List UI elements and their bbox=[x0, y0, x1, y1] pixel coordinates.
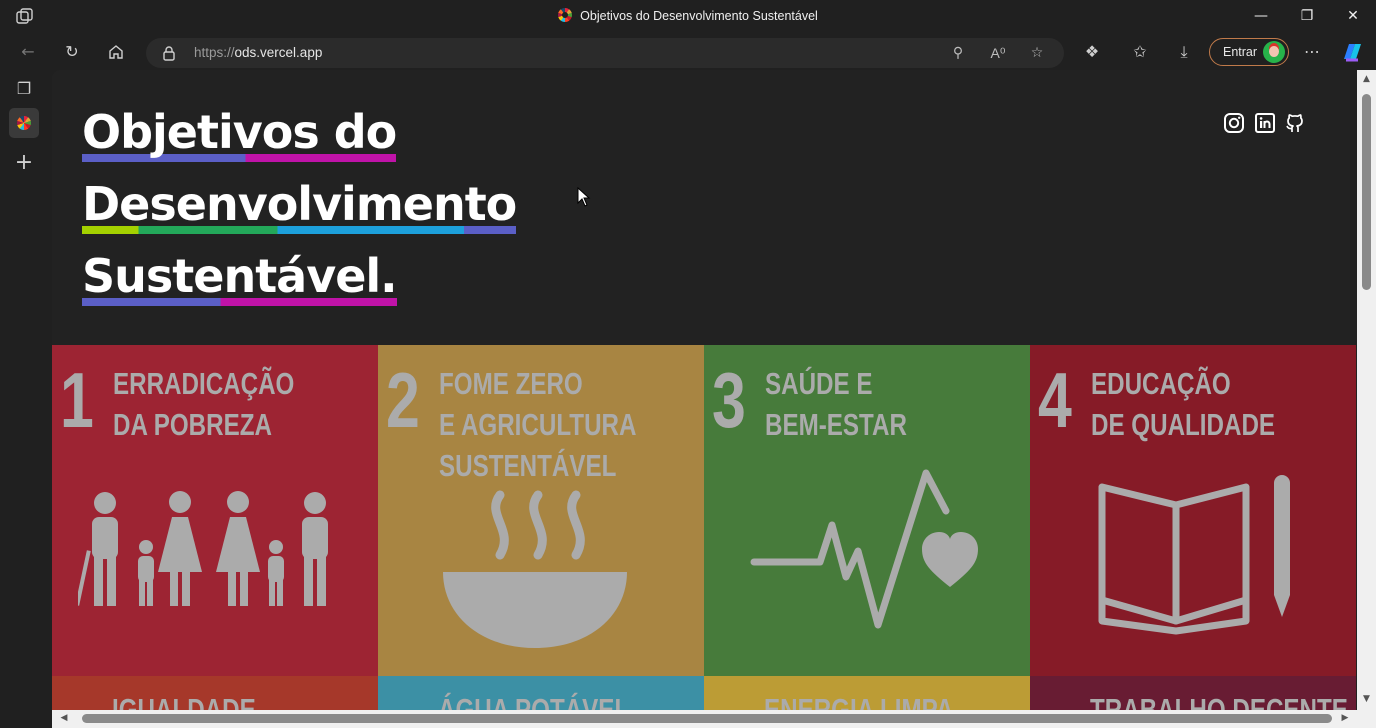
title-line-1: Objetivos do bbox=[82, 105, 397, 159]
goal-label: TRABALHO DECENTE bbox=[1090, 692, 1348, 710]
mouse-cursor-icon bbox=[577, 187, 591, 207]
goal-tile-6[interactable]: ● ÁGUA POTÁVEL bbox=[378, 676, 704, 710]
lock-icon bbox=[163, 46, 175, 61]
bowl-icon bbox=[443, 490, 627, 648]
scroll-up-arrow-icon[interactable]: ▲ bbox=[1361, 74, 1372, 85]
scroll-right-arrow-icon[interactable]: ▶ bbox=[1339, 713, 1351, 725]
goal-tile-7[interactable]: ■ ENERGIA LIMPA bbox=[704, 676, 1030, 710]
more-menu-icon[interactable]: ⋯ bbox=[1298, 38, 1326, 66]
goal-label: ÁGUA POTÁVEL bbox=[438, 692, 630, 710]
family-icon bbox=[78, 491, 328, 606]
goal-label: FOME ZERO E AGRICULTURA SUSTENTÁVEL bbox=[439, 366, 637, 483]
goal-label: ERRADICAÇÃO DA POBREZA bbox=[113, 366, 295, 442]
heartbeat-icon bbox=[750, 469, 978, 629]
goal-tile-1[interactable]: 1 ERRADICAÇÃO DA POBREZA bbox=[52, 345, 378, 676]
horizontal-scrollbar[interactable]: ◀ ▶ bbox=[52, 710, 1357, 728]
url-host: ods.vercel.app bbox=[234, 45, 323, 60]
goal-tile-4[interactable]: 4 EDUCAÇÃO DE QUALIDADE bbox=[1030, 345, 1356, 676]
title-line-2: Desenvolvimento bbox=[82, 177, 517, 231]
goal-label: SAÚDE E BEM-ESTAR bbox=[765, 366, 907, 442]
window-title: Objetivos do Desenvolvimento Sustentável bbox=[0, 8, 1376, 23]
downloads-icon[interactable]: ⤓ bbox=[1170, 38, 1198, 66]
signin-label: Entrar bbox=[1223, 45, 1258, 59]
signin-button[interactable]: Entrar bbox=[1209, 38, 1289, 66]
linkedin-icon[interactable] bbox=[1254, 112, 1276, 134]
horizontal-scroll-thumb[interactable] bbox=[82, 714, 1332, 723]
window-titlebar: Objetivos do Desenvolvimento Sustentável… bbox=[0, 0, 1376, 34]
zoom-icon[interactable]: ⚲ bbox=[946, 41, 970, 65]
goal-tile-2[interactable]: 2 FOME ZERO E AGRICULTURA SUSTENTÁVEL bbox=[378, 345, 704, 676]
favorite-star-icon[interactable]: ☆ bbox=[1025, 41, 1049, 65]
ods-favicon-icon bbox=[558, 8, 573, 22]
scroll-left-arrow-icon[interactable]: ◀ bbox=[58, 713, 70, 725]
book-pencil-icon bbox=[1098, 475, 1290, 635]
goal-tile-3[interactable]: 3 SAÚDE E BEM-ESTAR bbox=[704, 345, 1030, 676]
goal-number: ■ bbox=[60, 688, 88, 710]
title-line-3: Sustentável. bbox=[82, 249, 398, 303]
goal-label: EDUCAÇÃO DE QUALIDADE bbox=[1091, 366, 1276, 442]
copilot-icon[interactable] bbox=[1340, 41, 1364, 63]
instagram-icon[interactable] bbox=[1223, 112, 1245, 134]
goal-number: ■ bbox=[712, 688, 740, 710]
scrollbar-corner bbox=[1357, 710, 1376, 728]
vertical-scrollbar[interactable]: ▲ ▼ bbox=[1357, 70, 1376, 710]
scroll-down-arrow-icon[interactable]: ▼ bbox=[1361, 694, 1372, 705]
ods-tab-icon bbox=[17, 116, 31, 130]
goal-tile-5[interactable]: ■ IGUALDADE bbox=[52, 676, 378, 710]
new-tab-button[interactable]: + bbox=[9, 148, 39, 178]
window-title-text: Objetivos do Desenvolvimento Sustentável bbox=[580, 9, 818, 23]
url-scheme: https:// bbox=[194, 45, 235, 60]
read-aloud-icon[interactable]: A⁰ bbox=[986, 41, 1010, 65]
vertical-tab-ods[interactable] bbox=[9, 108, 39, 138]
goal-number: 1 bbox=[60, 356, 94, 444]
github-icon[interactable] bbox=[1284, 112, 1306, 134]
goal-number: ● bbox=[386, 688, 414, 710]
goal-number: ● bbox=[1038, 688, 1066, 710]
browser-sidebar: ❐ + bbox=[0, 70, 48, 728]
goal-label: IGUALDADE bbox=[112, 692, 256, 710]
goal-number: 4 bbox=[1038, 356, 1072, 444]
hero-section: Objetivos do Desenvolvimento Sustentável… bbox=[52, 70, 1357, 345]
goal-label: ENERGIA LIMPA bbox=[764, 692, 954, 710]
browser-toolbar: ← ↻ https://ods.vercel.app ⚲ A⁰ ☆ ❖ ✩ ⤓ … bbox=[0, 34, 1376, 70]
restore-button[interactable]: ❐ bbox=[1284, 0, 1330, 34]
home-button[interactable] bbox=[102, 38, 130, 66]
refresh-button[interactable]: ↻ bbox=[58, 38, 86, 66]
vertical-scroll-thumb[interactable] bbox=[1362, 94, 1371, 290]
tab-actions-icon[interactable]: ❐ bbox=[9, 74, 39, 104]
home-icon bbox=[109, 45, 123, 59]
close-button[interactable]: ✕ bbox=[1330, 0, 1376, 34]
goal-tile-8[interactable]: ● TRABALHO DECENTE bbox=[1030, 676, 1356, 710]
extensions-icon[interactable]: ❖ bbox=[1078, 38, 1106, 66]
avatar-icon bbox=[1263, 41, 1285, 63]
minimize-button[interactable]: — bbox=[1238, 0, 1284, 34]
favorites-icon[interactable]: ✩ bbox=[1126, 38, 1154, 66]
url-text[interactable]: https://ods.vercel.app bbox=[194, 45, 322, 60]
goal-number: 2 bbox=[386, 356, 420, 444]
address-bar[interactable]: https://ods.vercel.app ⚲ A⁰ ☆ bbox=[146, 38, 1064, 68]
page-title: Objetivos do Desenvolvimento Sustentável… bbox=[82, 96, 517, 312]
back-button[interactable]: ← bbox=[14, 38, 42, 66]
page-viewport: Objetivos do Desenvolvimento Sustentável… bbox=[52, 70, 1357, 710]
goal-number: 3 bbox=[712, 356, 746, 444]
